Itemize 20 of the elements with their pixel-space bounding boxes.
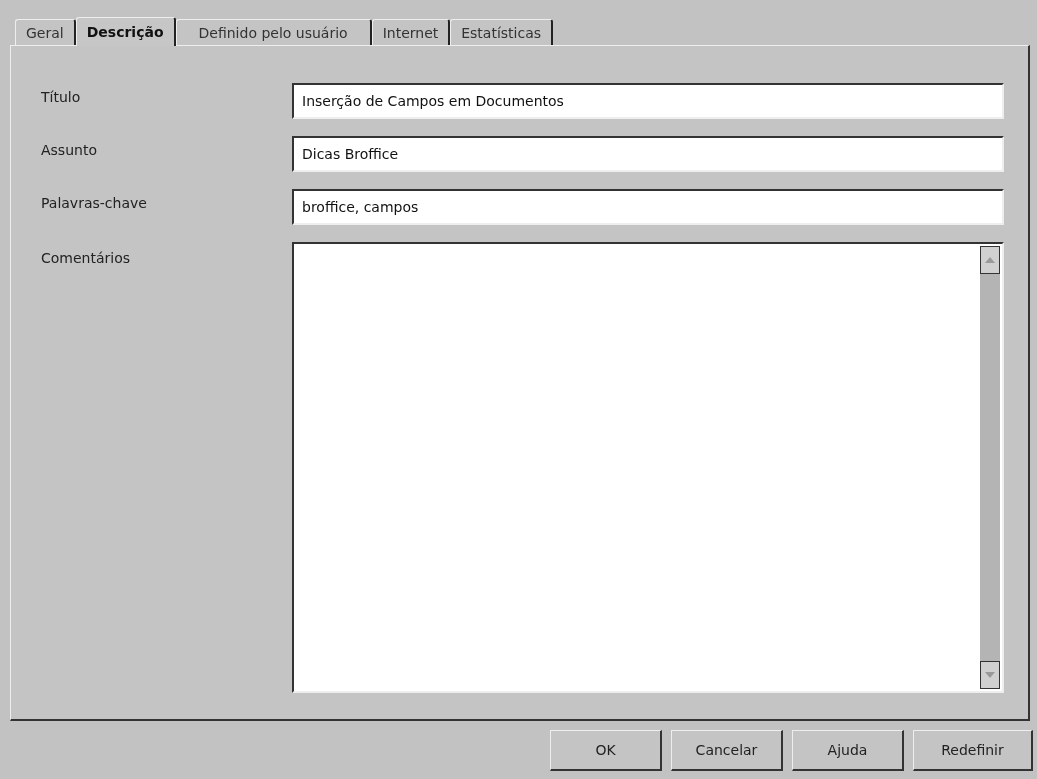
text-field[interactable]: Inserção de Campos em Documentos [292, 83, 1004, 119]
field-label: Comentários [41, 249, 132, 266]
dialog-button[interactable]: Redefinir [913, 730, 1033, 771]
scroll-down-icon[interactable] [980, 661, 1000, 689]
tab[interactable]: Descrição [75, 17, 176, 46]
dialog-button[interactable]: Ajuda [792, 730, 904, 771]
field-label: Palavras-chave [41, 194, 148, 211]
text-field[interactable]: Dicas Broffice [292, 136, 1004, 172]
tab[interactable]: Estatísticas [450, 19, 554, 45]
text-field[interactable]: broffice, campos [292, 189, 1004, 225]
field-label: Título [41, 88, 82, 105]
scrollbar[interactable] [980, 246, 1000, 689]
tab[interactable]: Geral [15, 19, 76, 45]
dialog-button[interactable]: OK [550, 730, 662, 771]
comments-field[interactable] [292, 242, 1004, 693]
field-label: Assunto [41, 141, 98, 158]
tab[interactable]: Internet [371, 19, 451, 45]
dialog-button[interactable]: Cancelar [671, 730, 783, 771]
tab[interactable]: Definido pelo usuário [175, 19, 372, 45]
scroll-up-icon[interactable] [980, 246, 1000, 274]
